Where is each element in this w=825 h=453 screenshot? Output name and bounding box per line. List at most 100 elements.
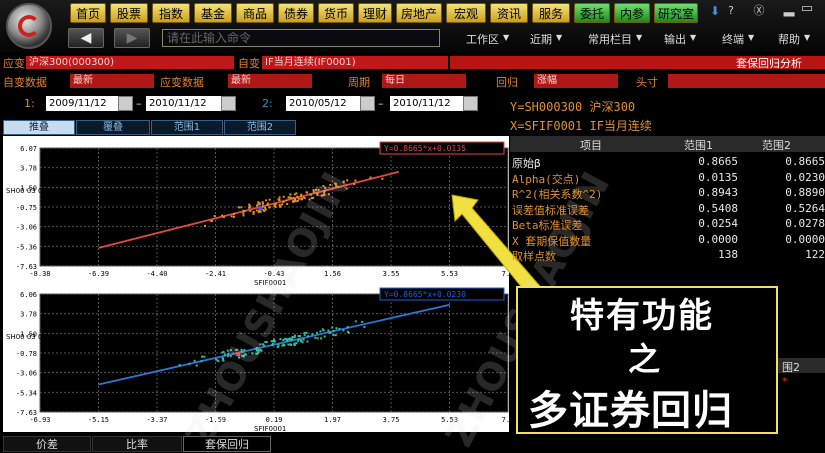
y-tick-label: 3.78 <box>20 311 37 319</box>
x-tick-label: 5.53 <box>441 270 458 278</box>
data-point <box>321 328 324 331</box>
x-tick-label: -6.39 <box>88 270 109 278</box>
x-tick-label: 3.75 <box>383 416 400 424</box>
data-point <box>287 343 290 346</box>
partial-marker: * <box>782 375 788 388</box>
stat-name: 误差值标准误差 <box>512 203 589 217</box>
data-point <box>363 326 366 329</box>
x-tick-label: -6.93 <box>29 416 50 424</box>
stat-range1: 0.0135 <box>698 170 738 184</box>
stat-name: R^2(相关系数^2) <box>512 188 603 201</box>
data-point <box>291 337 294 340</box>
data-point <box>257 203 260 206</box>
data-point <box>297 338 300 341</box>
data-point <box>289 196 292 199</box>
regression-equation: Y=0.8665*x+0.0135 <box>384 144 466 153</box>
current-point <box>258 206 263 211</box>
stat-range1: 0.5408 <box>698 201 738 215</box>
data-point <box>361 320 364 323</box>
stats-col-range1: 范围1 <box>684 139 713 152</box>
y-axis-label: SH00 03 00 <box>6 333 47 341</box>
y-tick-label: -3.06 <box>16 224 37 232</box>
data-point <box>264 206 267 209</box>
stat-name: Alpha(交点) <box>512 172 581 186</box>
x-tick-label: -5.15 <box>88 416 109 424</box>
data-point <box>274 205 277 208</box>
data-point <box>315 331 318 334</box>
stat-name: X 套期保值数量 <box>512 234 592 248</box>
stats-row: R^2(相关系数^2) 0.8943 0.8890 <box>512 186 825 201</box>
data-point <box>319 330 322 333</box>
data-point <box>286 203 289 206</box>
data-point <box>334 334 337 337</box>
x-tick-label: -4.40 <box>146 270 167 278</box>
y-tick-label: 3.78 <box>20 165 37 173</box>
data-point <box>188 362 191 365</box>
y-tick-label: -0.75 <box>16 204 37 212</box>
data-point <box>282 339 285 342</box>
x-tick-label: -8.38 <box>29 270 50 278</box>
stats-row: Alpha(交点) 0.0135 0.0230 <box>512 171 825 186</box>
tab-ratio[interactable]: 比率 <box>92 436 182 452</box>
data-point <box>369 176 372 179</box>
data-point <box>249 209 252 212</box>
data-point <box>328 331 331 334</box>
data-point <box>302 338 305 341</box>
data-point <box>293 199 296 202</box>
data-point <box>289 193 292 196</box>
data-point <box>311 333 314 336</box>
data-point <box>274 203 277 206</box>
data-point <box>331 326 334 329</box>
data-point <box>282 195 285 198</box>
data-point <box>300 193 303 196</box>
data-point <box>316 337 319 340</box>
stat-name: Beta标准误差 <box>512 219 583 232</box>
data-point <box>303 333 306 336</box>
data-point <box>335 327 338 330</box>
data-point <box>262 208 265 211</box>
data-point <box>297 197 300 200</box>
data-point <box>354 320 357 323</box>
partial-header-label: 围2 <box>782 361 800 374</box>
data-point <box>300 340 303 343</box>
tab-hedge-regression[interactable]: 套保回归 <box>183 436 271 452</box>
data-point <box>289 343 292 346</box>
data-point <box>204 224 207 227</box>
data-point <box>201 355 204 358</box>
data-point <box>266 203 269 206</box>
stat-name: 取样点数 <box>512 250 556 263</box>
data-point <box>296 199 299 202</box>
data-point <box>299 335 302 338</box>
data-point <box>346 326 349 329</box>
tab-spread[interactable]: 价差 <box>3 436 91 452</box>
y-tick-label: -0.78 <box>16 350 37 358</box>
stat-range2: 0.0230 <box>785 170 825 184</box>
data-point <box>279 205 282 208</box>
data-point <box>320 337 323 340</box>
data-point <box>342 329 345 332</box>
data-point <box>323 335 326 338</box>
y-tick-label: -3.06 <box>16 370 37 378</box>
x-tick-label: 7.3 <box>502 416 515 424</box>
data-point <box>195 364 198 367</box>
stat-range2: 0.8665 <box>785 155 825 168</box>
data-point <box>293 336 296 339</box>
data-point <box>285 199 288 202</box>
data-point <box>255 209 258 212</box>
data-point <box>213 214 216 217</box>
data-point <box>282 200 285 203</box>
stats-row: 取样点数 138 122 <box>512 248 825 263</box>
x-tick-label: 1.97 <box>324 416 341 424</box>
promo-line2: 之 <box>628 340 661 378</box>
data-point <box>278 196 281 199</box>
stat-range1: 0.8943 <box>698 186 738 199</box>
data-point <box>332 333 335 336</box>
data-point <box>286 338 289 341</box>
data-point <box>261 202 264 205</box>
data-point <box>284 338 287 341</box>
data-point <box>264 208 267 211</box>
regression-equation: Y=0.8665*x+0.0230 <box>384 290 466 299</box>
stat-range1: 0.8665 <box>698 155 738 168</box>
data-point <box>283 344 286 347</box>
data-point <box>232 215 235 218</box>
